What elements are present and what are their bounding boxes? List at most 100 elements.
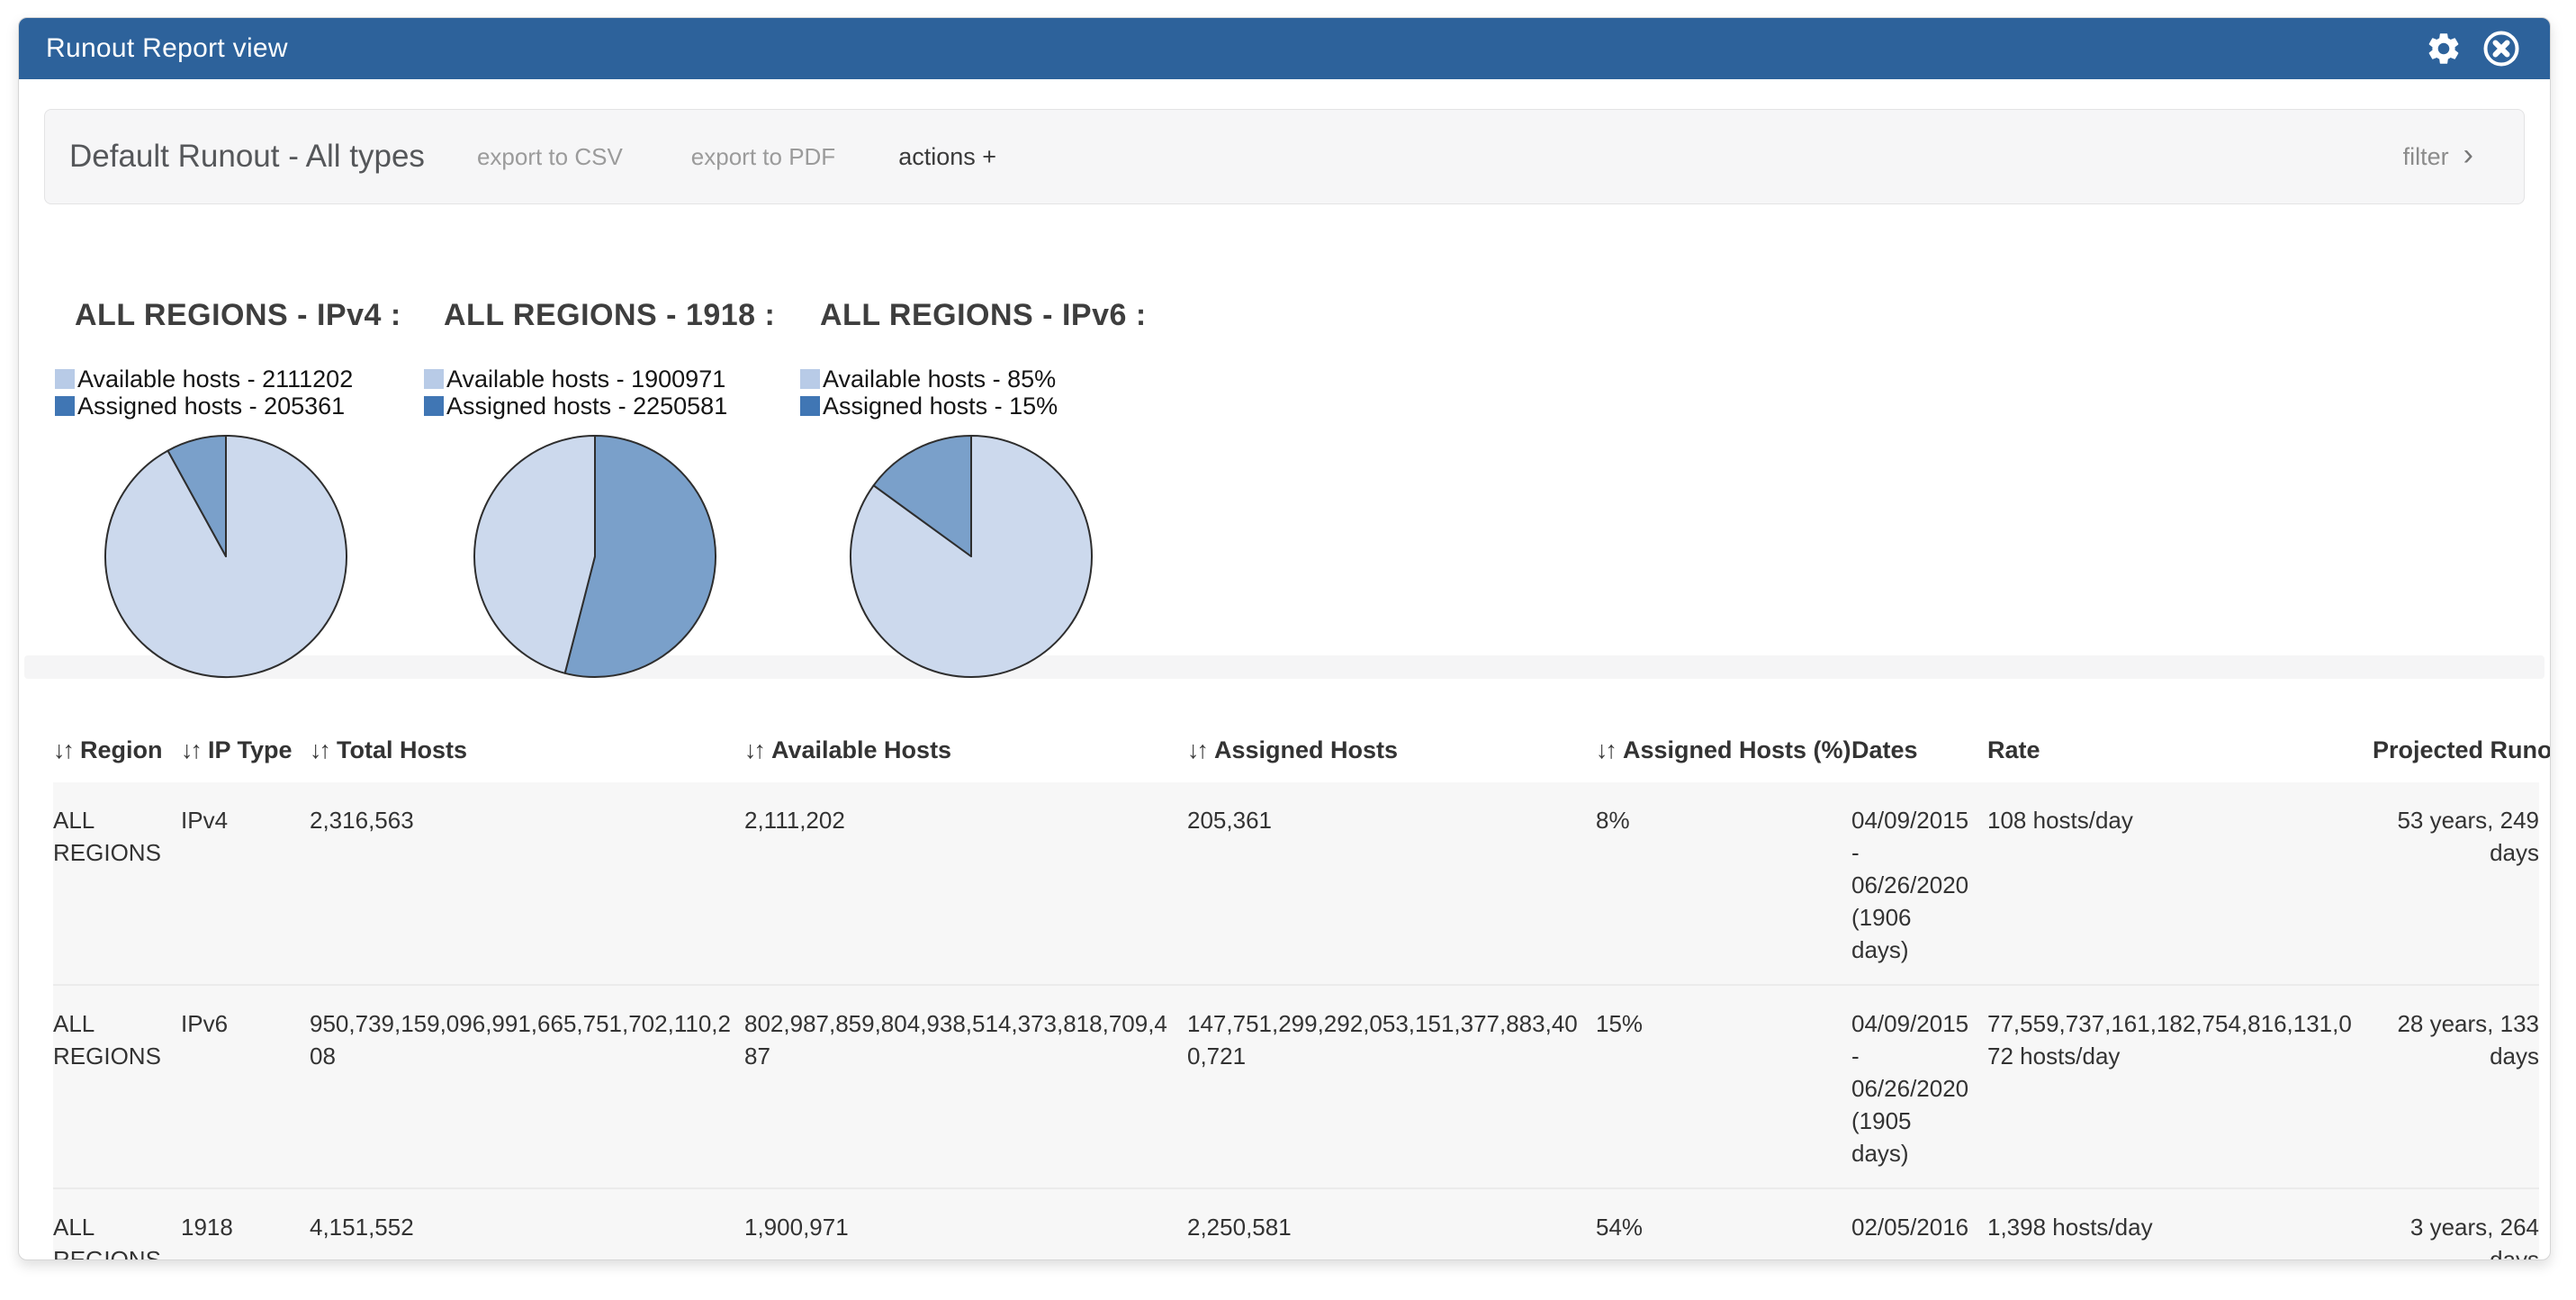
column-header-region[interactable]: ↓↑ Region (53, 736, 181, 781)
column-label: Available Hosts (771, 736, 951, 763)
cell-dates: 02/05/2016-07/02/2020(1610 days) (1851, 1188, 1987, 1260)
cell-available-hosts: 1,900,971 (744, 1188, 1187, 1260)
column-label: Assigned Hosts (%) (1623, 736, 1851, 763)
legend-item: Assigned hosts - 2250581 (424, 393, 802, 420)
legend-label: Available hosts - 2111202 (77, 366, 353, 393)
cell-ip-type: 1918 (181, 1188, 310, 1260)
cell-dates: 04/09/2015-06/26/2020(1905 days) (1851, 985, 1987, 1188)
column-header-dates: Dates (1851, 736, 1987, 781)
date-line: 04/09/2015 (1851, 804, 1975, 836)
table-row: ALL REGIONSIPv42,316,5632,111,202205,361… (53, 781, 2539, 985)
legend-swatch-available (424, 369, 444, 389)
legend-item: Assigned hosts - 15% (800, 393, 1178, 420)
pie-chart-ipv6: ALL REGIONS - IPv6 : Available hosts - 8… (800, 298, 1178, 682)
column-header-total-hosts[interactable]: ↓↑ Total Hosts (310, 736, 744, 781)
chart-title: ALL REGIONS - IPv4 : (75, 298, 433, 333)
pie-1918 (469, 430, 721, 682)
legend-item: Available hosts - 2111202 (55, 366, 433, 393)
column-header-projected-runout: Projected Runout (2373, 736, 2539, 781)
sort-arrows-icon: ↓↑ (744, 736, 763, 763)
legend-item: Assigned hosts - 205361 (55, 393, 433, 420)
cell-region: ALL REGIONS (53, 781, 181, 985)
chart-title: ALL REGIONS - 1918 : (444, 298, 802, 333)
cell-projected-runout: 3 years, 264 days (2373, 1188, 2539, 1260)
cell-total-hosts: 2,316,563 (310, 781, 744, 985)
column-header-rate: Rate (1987, 736, 2373, 781)
legend-label: Assigned hosts - 205361 (77, 393, 345, 420)
sort-arrows-icon: ↓↑ (1187, 736, 1206, 763)
cell-dates: 04/09/2015-06/26/2020(1906 days) (1851, 781, 1987, 985)
cell-total-hosts: 4,151,552 (310, 1188, 744, 1260)
cell-projected-runout: 28 years, 133 days (2373, 985, 2539, 1188)
cell-assigned-hosts: 147,751,299,292,053,151,377,883,400,721 (1187, 985, 1596, 1188)
column-label: Total Hosts (337, 736, 467, 763)
sort-arrows-icon: ↓↑ (53, 736, 72, 763)
filter-button[interactable]: filter › (2403, 141, 2473, 172)
actions-menu-button[interactable]: actions + (898, 143, 996, 171)
legend-label: Available hosts - 1900971 (446, 366, 725, 393)
cell-region: ALL REGIONS (53, 1188, 181, 1260)
legend-swatch-assigned (424, 396, 444, 416)
sort-arrows-icon: ↓↑ (1596, 736, 1615, 763)
column-label: Dates (1851, 736, 1918, 763)
date-line: 06/26/2020 (1851, 1072, 1975, 1105)
column-header-ip-type[interactable]: ↓↑IP Type (181, 736, 310, 781)
column-label: IP Type (208, 736, 293, 763)
column-label: Projected Runout (2373, 736, 2551, 763)
cell-region: ALL REGIONS (53, 985, 181, 1188)
runout-table-section: ↓↑Region↓↑IP Type↓↑Total Hosts↓↑Availabl… (19, 736, 2550, 1260)
sort-arrows-icon: ↓↑ (310, 736, 329, 763)
cell-rate: 77,559,737,161,182,754,816,131,072 hosts… (1987, 985, 2373, 1188)
cell-rate: 1,398 hosts/day (1987, 1188, 2373, 1260)
table-header-row: ↓↑Region↓↑IP Type↓↑Total Hosts↓↑Availabl… (53, 736, 2539, 781)
legend-label: Available hosts - 85% (823, 366, 1056, 393)
legend-swatch-available (800, 369, 820, 389)
date-line: (1906 days) (1851, 901, 1975, 966)
pie-ipv4 (100, 430, 352, 682)
cell-assigned-hosts: 15% (1596, 985, 1851, 1188)
date-line: - (1851, 836, 1975, 869)
settings-gear-icon[interactable] (2424, 29, 2463, 68)
column-label: Region (80, 736, 163, 763)
report-title: Default Runout - All types (69, 139, 425, 175)
column-label: Assigned Hosts (1214, 736, 1398, 763)
cell-assigned-hosts: 205,361 (1187, 781, 1596, 985)
chevron-right-icon: › (2463, 140, 2473, 170)
cell-assigned-hosts: 8% (1596, 781, 1851, 985)
date-line: 02/05/2016 (1851, 1211, 1975, 1243)
legend-item: Available hosts - 85% (800, 366, 1178, 393)
cell-ip-type: IPv4 (181, 781, 310, 985)
window-title: Runout Report view (46, 33, 288, 64)
legend-swatch-assigned (800, 396, 820, 416)
legend-swatch-assigned (55, 396, 75, 416)
pie-chart-1918: ALL REGIONS - 1918 : Available hosts - 1… (424, 298, 802, 682)
column-header-assigned-hosts[interactable]: ↓↑ Assigned Hosts (1187, 736, 1596, 781)
column-header-available-hosts[interactable]: ↓↑ Available Hosts (744, 736, 1187, 781)
cell-rate: 108 hosts/day (1987, 781, 2373, 985)
runout-table: ↓↑Region↓↑IP Type↓↑Total Hosts↓↑Availabl… (53, 736, 2539, 1260)
cell-ip-type: IPv6 (181, 985, 310, 1188)
cell-assigned-hosts: 2,250,581 (1187, 1188, 1596, 1260)
pie-chart-ipv4: ALL REGIONS - IPv4 : Available hosts - 2… (55, 298, 433, 682)
cell-available-hosts: 802,987,859,804,938,514,373,818,709,487 (744, 985, 1187, 1188)
date-line: (1905 days) (1851, 1105, 1975, 1169)
column-label: Rate (1987, 736, 2040, 763)
date-line: - (1851, 1040, 1975, 1072)
pie-charts-section: ALL REGIONS - IPv4 : Available hosts - 2… (19, 204, 2550, 655)
date-line: - (1851, 1243, 1975, 1260)
export-csv-button[interactable]: export to CSV (477, 143, 623, 171)
cell-available-hosts: 2,111,202 (744, 781, 1187, 985)
close-circle-icon[interactable] (2481, 29, 2521, 68)
legend-item: Available hosts - 1900971 (424, 366, 802, 393)
date-line: 04/09/2015 (1851, 1007, 1975, 1040)
cell-projected-runout: 53 years, 249 days (2373, 781, 2539, 985)
export-pdf-button[interactable]: export to PDF (691, 143, 835, 171)
window-titlebar: Runout Report view (19, 18, 2550, 79)
chart-title: ALL REGIONS - IPv6 : (820, 298, 1178, 333)
report-toolbar: Default Runout - All types export to CSV… (44, 109, 2525, 204)
column-header-assigned-hosts[interactable]: ↓↑ Assigned Hosts (%) (1596, 736, 1851, 781)
legend-label: Assigned hosts - 15% (823, 393, 1058, 420)
filter-label: filter (2403, 143, 2449, 171)
legend-label: Assigned hosts - 2250581 (446, 393, 727, 420)
table-row: ALL REGIONSIPv6950,739,159,096,991,665,7… (53, 985, 2539, 1188)
